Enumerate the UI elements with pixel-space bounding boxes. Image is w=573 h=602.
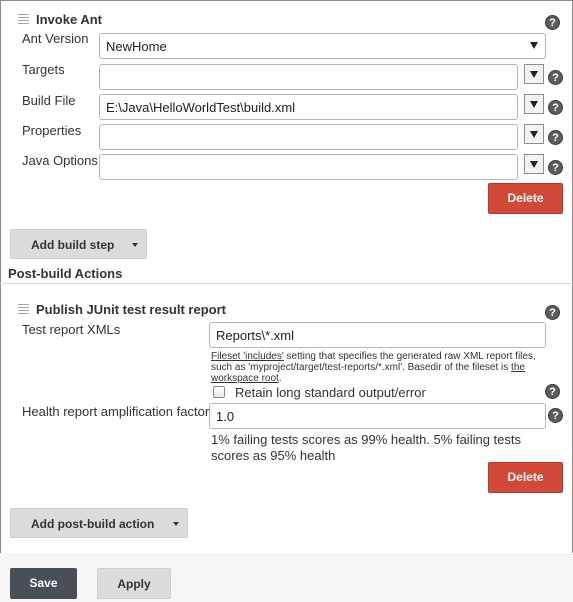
expand-dropdown-icon[interactable] [524,154,544,174]
health-factor-label: Health report amplification factor [22,404,210,419]
build-file-label: Build File [22,93,76,108]
build-file-input[interactable]: E:\Java\HelloWorldTest\build.xml [99,94,518,120]
retain-output-checkbox[interactable] [213,386,225,398]
workspace-root-link-part-b[interactable]: workspace root [211,373,279,384]
help-icon[interactable]: ? [545,15,560,30]
add-build-step-button[interactable]: Add build step [10,229,147,259]
help-icon[interactable]: ? [548,70,563,85]
help-icon[interactable]: ? [548,130,563,145]
health-description-line-2: scores as 95% health [211,448,336,463]
caret-down-icon [132,243,138,247]
post-build-actions-heading: Post-build Actions [8,266,123,281]
save-button[interactable]: Save [10,568,77,599]
test-report-xmls-label: Test report XMLs [22,322,121,337]
add-post-build-action-label: Add post-build action [31,517,155,531]
footer-bar [0,553,573,602]
expand-dropdown-icon[interactable] [524,94,544,114]
ant-version-select[interactable]: NewHome [99,33,546,59]
targets-input[interactable] [99,64,518,90]
ant-version-value: NewHome [106,39,167,54]
add-build-step-label: Add build step [31,238,115,252]
targets-label: Targets [22,62,65,77]
invoke-ant-title: Invoke Ant [36,12,102,27]
hint-text-end: . [278,373,282,384]
help-icon[interactable]: ? [548,408,563,423]
properties-input[interactable] [99,124,518,150]
java-options-input[interactable] [99,154,518,180]
section-divider [0,283,573,284]
health-description-line-1: 1% failing tests scores as 99% health. 5… [211,432,521,447]
chevron-down-icon [530,42,538,49]
apply-button[interactable]: Apply [97,568,171,599]
expand-dropdown-icon[interactable] [524,64,544,84]
retain-output-label: Retain long standard output/error [235,385,426,400]
drag-handle-icon[interactable] [18,304,29,316]
properties-label: Properties [22,123,82,138]
help-icon[interactable]: ? [545,305,560,320]
drag-handle-icon[interactable] [18,14,29,26]
ant-version-label: Ant Version [22,31,89,46]
delete-junit-button[interactable]: Delete [488,462,563,493]
junit-publisher-title: Publish JUnit test result report [36,302,226,317]
caret-down-icon [173,522,179,526]
help-icon[interactable]: ? [548,160,563,175]
workspace-root-link-part-a[interactable]: the [511,362,525,373]
test-report-hint: Fileset 'includes' setting that specifie… [211,351,541,384]
java-options-label: Java Options [22,153,98,168]
test-report-xmls-input[interactable]: Reports\*.xml [209,322,546,348]
expand-dropdown-icon[interactable] [524,124,544,144]
fileset-includes-link[interactable]: Fileset 'includes' [211,351,284,362]
health-factor-input[interactable]: 1.0 [209,403,546,429]
add-post-build-action-button[interactable]: Add post-build action [10,508,188,538]
hint-text-1: setting that specifies the generated raw… [283,351,536,362]
help-icon[interactable]: ? [545,384,560,399]
help-icon[interactable]: ? [548,100,563,115]
hint-text-2: such as 'myproject/target/test-reports/*… [211,362,512,373]
delete-invoke-ant-button[interactable]: Delete [488,183,563,214]
